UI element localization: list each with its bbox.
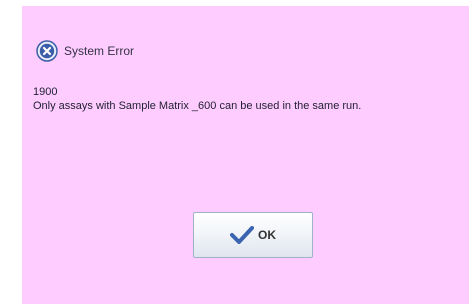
- error-code: 1900: [33, 86, 58, 98]
- ok-button-label: OK: [258, 228, 276, 242]
- dialog-title: System Error: [64, 44, 135, 58]
- ok-button[interactable]: OK: [193, 212, 313, 258]
- error-icon: [36, 40, 58, 62]
- checkmark-icon: [230, 226, 254, 244]
- error-dialog: System Error 1900 Only assays with Sampl…: [22, 6, 469, 304]
- dialog-header: System Error: [36, 40, 134, 62]
- error-message: Only assays with Sample Matrix _600 can …: [33, 100, 362, 112]
